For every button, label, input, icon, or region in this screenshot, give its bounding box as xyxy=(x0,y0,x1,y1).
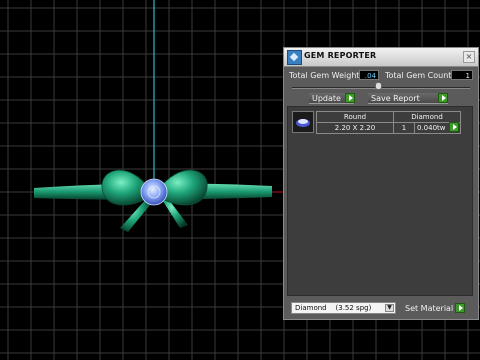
total-gem-count-field[interactable]: 1 xyxy=(451,70,473,80)
total-gem-weight-label: Total Gem Weight xyxy=(289,71,360,80)
close-icon[interactable]: × xyxy=(463,51,475,63)
cell-weight-value: 0.040tw xyxy=(417,124,446,132)
save-report-button-label: Save Report xyxy=(371,94,420,103)
panel-titlebar[interactable]: GEM REPORTER × xyxy=(284,48,478,67)
play-arrow-icon[interactable] xyxy=(455,303,465,313)
total-gem-weight-field[interactable]: .04 xyxy=(359,70,379,80)
header-material: Diamond xyxy=(393,111,461,123)
slider-knob[interactable] xyxy=(375,82,382,90)
cell-size: 2.20 X 2.20 xyxy=(316,122,394,134)
save-report-button[interactable]: Save Report xyxy=(368,93,448,104)
gem-reporter-icon xyxy=(287,50,302,65)
total-gem-count-label: Total Gem Count xyxy=(385,71,452,80)
dropdown-arrow-icon[interactable]: ▼ xyxy=(385,304,394,312)
play-arrow-icon[interactable] xyxy=(449,122,459,132)
header-shape: Round xyxy=(316,111,394,123)
play-arrow-icon[interactable] xyxy=(345,93,355,103)
bow-ring-model[interactable] xyxy=(34,169,272,232)
gem-reporter-panel: GEM REPORTER × Total Gem Weight .04 Tota… xyxy=(283,47,479,320)
set-material-label: Set Material xyxy=(405,304,454,313)
material-select[interactable]: Diamond (3.52 spg) ▼ xyxy=(291,302,396,314)
material-select-value: Diamond (3.52 spg) xyxy=(295,304,372,312)
cell-count: 1 xyxy=(393,122,415,134)
table-row[interactable]: 2.20 X 2.20 1 0.040tw xyxy=(316,122,461,134)
gem-list-area: Round Diamond 2.20 X 2.20 1 0.040tw xyxy=(287,106,473,296)
gem-stone xyxy=(140,178,168,206)
gem-table: Round Diamond 2.20 X 2.20 1 0.040tw xyxy=(316,111,461,134)
gem-thumbnail-icon[interactable] xyxy=(292,111,314,133)
update-button-label: Update xyxy=(312,94,341,103)
table-header-row: Round Diamond xyxy=(316,111,461,123)
play-arrow-icon[interactable] xyxy=(438,93,448,103)
panel-title: GEM REPORTER xyxy=(304,51,377,60)
